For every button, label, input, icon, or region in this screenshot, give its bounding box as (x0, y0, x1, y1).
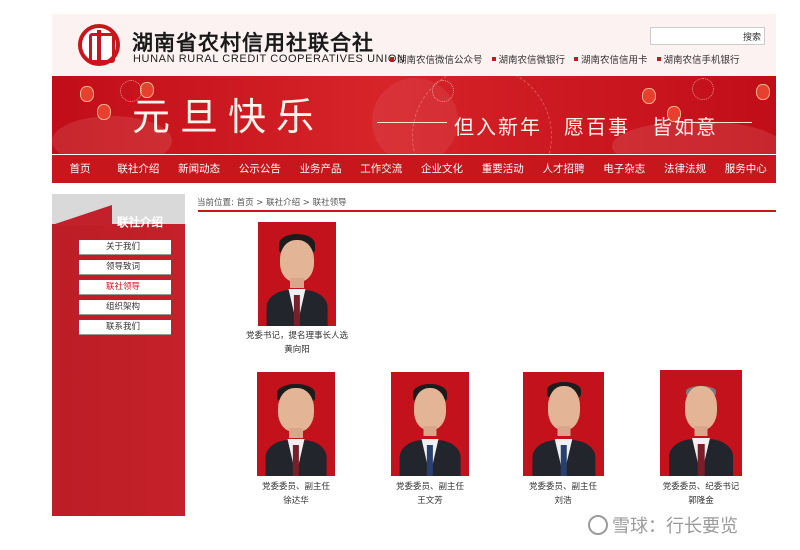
leader-title: 党委委员、副主任 (261, 482, 331, 492)
neck-shape (694, 426, 708, 436)
content-divider (198, 210, 776, 212)
quick-link-wechat[interactable]: 湖南农信微信公众号 (390, 52, 483, 66)
leader-photo[interactable] (258, 222, 336, 326)
face-shape (547, 386, 580, 430)
leader-title: 党委委员、纪委书记 (662, 482, 740, 492)
nav-item-products[interactable]: 业务产品 (290, 155, 351, 183)
search-input[interactable] (651, 33, 733, 49)
nav-item-home[interactable]: 首页 (52, 155, 108, 183)
main-nav: 首页 联社介绍 新闻动态 公示公告 业务产品 工作交流 企业文化 重要活动 人才… (52, 155, 776, 183)
face-shape (278, 388, 314, 432)
sidebar-item-leader-speech[interactable]: 领导致词 (79, 260, 171, 275)
sidebar: 联社介绍 关于我们 领导致词 联社领导 组织架构 联系我们 (52, 194, 185, 516)
bullet-icon (491, 57, 496, 61)
firework-icon (432, 80, 454, 102)
bullet-icon (390, 57, 394, 61)
leader-title: 党委委员、副主任 (528, 482, 598, 492)
tie-shape (293, 294, 301, 326)
site-header: 湖南省农村信用社联合社 HUNAN RURAL CREDIT COOPERATI… (52, 14, 776, 76)
leader-name: 黄向阳 (284, 345, 310, 355)
face-shape (414, 388, 446, 430)
banner-divider (377, 122, 447, 123)
leader-name: 郭隆金 (688, 496, 714, 506)
nav-item-culture[interactable]: 企业文化 (412, 155, 473, 183)
nav-item-e-magazine[interactable]: 电子杂志 (594, 155, 655, 183)
xueqiu-logo-icon (588, 515, 608, 535)
org-name-en: HUNAN RURAL CREDIT COOPERATIVES UNION (133, 53, 406, 65)
sidebar-item-organization[interactable]: 组织架构 (79, 300, 171, 315)
quick-link-credit-card[interactable]: 湖南农信信用卡 (574, 52, 648, 66)
nav-item-events[interactable]: 重要活动 (472, 155, 533, 183)
tie-shape (292, 444, 300, 476)
neck-shape (423, 426, 437, 436)
neck-shape (557, 426, 570, 436)
leader-title: 党委委员、副主任 (395, 482, 465, 492)
banner-divider (682, 122, 752, 123)
leader-name: 刘浩 (554, 496, 572, 506)
search-box: 搜索 (650, 27, 765, 49)
tie-shape (560, 444, 567, 476)
face-shape (685, 386, 717, 430)
quick-links: 湖南农信微信公众号 湖南农信微银行 湖南农信信用卡 湖南农信手机银行 (390, 52, 740, 66)
sidebar-item-contact[interactable]: 联系我们 (79, 320, 171, 335)
nav-item-notices[interactable]: 公示公告 (229, 155, 290, 183)
breadcrumb: 当前位置: 首页 > 联社介绍 > 联社领导 (197, 198, 347, 208)
tie-shape (426, 444, 434, 476)
neck-shape (290, 278, 304, 288)
sidebar-item-about-us[interactable]: 关于我们 (79, 240, 171, 255)
firework-icon (692, 78, 714, 100)
new-year-banner[interactable]: 元旦快乐 但入新年 愿百事 皆如意 (52, 76, 776, 154)
tie-shape (697, 444, 705, 476)
leader-name: 徐达华 (283, 496, 309, 506)
union-logo-icon[interactable] (78, 24, 120, 66)
nav-item-news[interactable]: 新闻动态 (169, 155, 230, 183)
quick-link-micro-bank[interactable]: 湖南农信微银行 (491, 52, 565, 66)
nav-item-recruitment[interactable]: 人才招聘 (533, 155, 594, 183)
watermark: 雪球：行长要览 (588, 512, 738, 538)
lantern-icon (642, 88, 656, 104)
bullet-icon (656, 57, 661, 61)
leader-name: 王文芳 (417, 496, 443, 506)
leader-photo[interactable] (660, 370, 742, 476)
neck-shape (289, 428, 303, 438)
lantern-icon (756, 84, 770, 100)
search-button[interactable]: 搜索 (743, 30, 761, 43)
leader-photo[interactable] (391, 372, 469, 476)
face-shape (280, 240, 314, 282)
sidebar-item-leaders[interactable]: 联社领导 (79, 280, 171, 295)
nav-item-about[interactable]: 联社介绍 (108, 155, 169, 183)
banner-title: 元旦快乐 (132, 95, 325, 139)
nav-item-law[interactable]: 法律法规 (655, 155, 716, 183)
leader-photo[interactable] (523, 372, 604, 476)
bullet-icon (574, 57, 579, 61)
watermark-text: 雪球：行长要览 (612, 516, 738, 537)
nav-item-exchange[interactable]: 工作交流 (351, 155, 412, 183)
lantern-icon (80, 86, 94, 102)
leader-photo[interactable] (257, 372, 335, 476)
banner-subtitle: 但入新年 愿百事 皆如意 (454, 115, 718, 139)
lantern-icon (97, 104, 111, 120)
nav-item-service[interactable]: 服务中心 (715, 155, 776, 183)
quick-link-mobile-bank[interactable]: 湖南农信手机银行 (656, 52, 740, 66)
sidebar-title: 联社介绍 (117, 215, 163, 229)
leader-title: 党委书记，提名理事长人选 (245, 331, 349, 341)
